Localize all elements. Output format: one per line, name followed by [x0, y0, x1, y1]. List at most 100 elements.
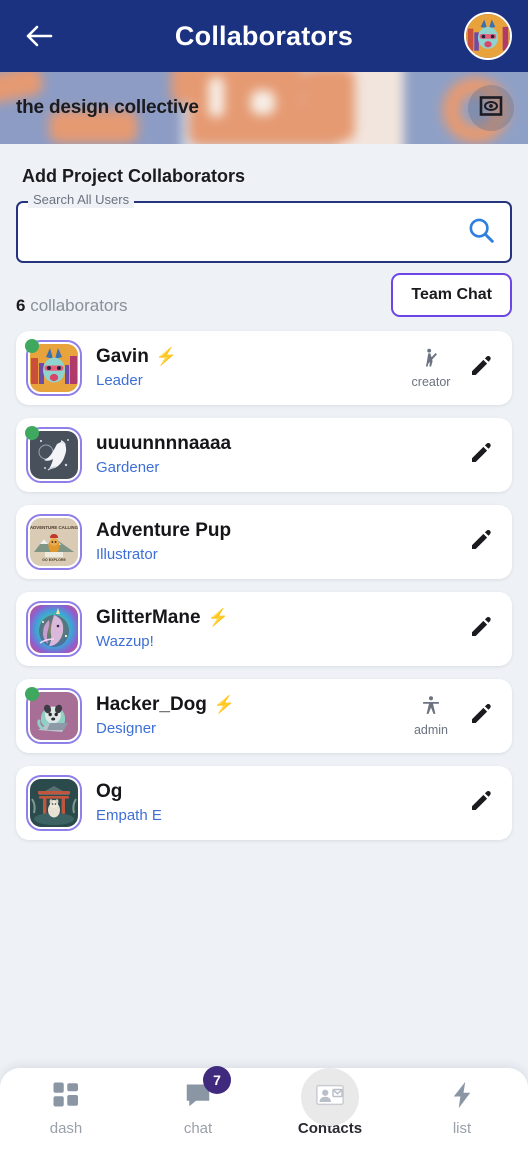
collaborator-role: Leader	[96, 372, 143, 389]
online-status-dot	[25, 426, 39, 440]
avatar-adventure-pup[interactable]: ADVENTURE CALLING GO EXPLORE	[26, 514, 82, 570]
collaborator-count-label: collaborators	[30, 296, 128, 315]
nav-item-dash[interactable]: dash	[0, 1080, 132, 1152]
collaborator-name-line: uuuunnnnaaaa	[96, 433, 460, 455]
table-row[interactable]: Hacker_Dog ⚡ Designer admin	[16, 679, 512, 753]
table-row[interactable]: Og Empath E	[16, 766, 512, 840]
collaborator-name: uuuunnnnaaaa	[96, 433, 232, 454]
nav-item-label: chat	[183, 1120, 213, 1137]
back-button[interactable]	[16, 13, 62, 59]
edit-collaborator-button[interactable]	[464, 699, 498, 733]
search-field-label: Search All Users	[28, 192, 135, 208]
search-field[interactable]	[16, 201, 512, 263]
collaborator-info: Adventure Pup Illustrator	[82, 520, 460, 564]
search-icon	[466, 215, 496, 250]
lightning-bolt-icon-glyph	[447, 1080, 477, 1115]
pencil-icon	[469, 354, 493, 383]
collaborator-name-line: GlitterMane ⚡	[96, 607, 460, 629]
edit-collaborator-button[interactable]	[464, 351, 498, 385]
table-row[interactable]: Gavin ⚡ Leader creator	[16, 331, 512, 405]
edit-collaborator-button[interactable]	[464, 786, 498, 820]
avatar[interactable]	[464, 12, 512, 60]
person-waving-icon	[420, 347, 442, 374]
page-title: Collaborators	[174, 20, 354, 51]
lightning-bolt-icon: ⚡	[207, 608, 229, 627]
edit-collaborator-button[interactable]	[464, 525, 498, 559]
status-badge: 7	[203, 1066, 231, 1094]
nav-item-chat[interactable]: 7 chat	[132, 1066, 264, 1152]
add-collaborators-heading: Add Project Collaborators	[22, 166, 246, 186]
pencil-icon	[469, 441, 493, 470]
arrow-left-icon	[25, 24, 53, 48]
collaborator-count: 6 collaborators	[16, 296, 128, 316]
collaborator-info: Gavin ⚡ Leader	[82, 346, 402, 390]
collaborator-name-line: Adventure Pup	[96, 520, 460, 542]
lightning-bolt-icon: ⚡	[155, 347, 177, 366]
grid-dashboard-icon	[51, 1080, 81, 1114]
collaborator-info: Og Empath E	[82, 781, 460, 825]
avatar-image	[30, 431, 78, 479]
collaborator-info: Hacker_Dog ⚡ Designer	[82, 694, 402, 738]
avatar-image	[30, 779, 78, 827]
collaborator-name: GlitterMane	[96, 607, 201, 628]
pencil-icon	[469, 789, 493, 818]
avatar-image	[30, 605, 78, 653]
avatar-gavin[interactable]	[25, 339, 82, 396]
project-banner[interactable]: the design collective	[0, 72, 528, 144]
collaborator-name-line: Hacker_Dog ⚡	[96, 694, 402, 716]
bottom-navigation: dash 7 chat Contacts list	[0, 1066, 528, 1152]
search-button[interactable]	[460, 215, 496, 250]
main-content: Add Project Collaborators Search All Use…	[0, 166, 528, 840]
role-tag-label: creator	[411, 375, 451, 389]
avatar-og[interactable]	[26, 775, 82, 831]
eye-preview-icon	[479, 94, 503, 123]
list-meta-row: 6 collaborators Team Chat	[16, 273, 512, 327]
collaborator-info: uuuunnnnaaaa Gardener	[82, 433, 460, 477]
grid-dashboard-icon-glyph	[51, 1080, 81, 1115]
svg-text:GO EXPLORE: GO EXPLORE	[42, 558, 66, 562]
search-input[interactable]	[32, 203, 460, 261]
collaborator-name-line: Og	[96, 781, 460, 803]
search-field-wrapper: Search All Users	[16, 192, 512, 263]
lightning-bolt-icon	[447, 1080, 477, 1114]
project-name: the design collective	[16, 97, 199, 118]
avatar-image	[30, 692, 78, 740]
pencil-icon	[469, 615, 493, 644]
user-avatar	[466, 14, 510, 58]
role-tag-label: admin	[413, 723, 449, 737]
preview-visibility-button[interactable]	[468, 85, 514, 131]
table-row[interactable]: uuuunnnnaaaa Gardener	[16, 418, 512, 492]
nav-item-list[interactable]: list	[396, 1080, 528, 1152]
table-row[interactable]: ADVENTURE CALLING GO EXPLORE Adventure P…	[16, 505, 512, 579]
chat-bubble-icon: 7	[183, 1066, 231, 1114]
team-chat-button[interactable]: Team Chat	[391, 273, 512, 317]
collaborator-role: Wazzup!	[96, 633, 154, 650]
avatar-glittermane[interactable]	[26, 601, 82, 657]
collaborator-name: Hacker_Dog	[96, 694, 207, 715]
collaborator-name: Adventure Pup	[96, 520, 232, 541]
collaborator-role: Gardener	[96, 459, 160, 476]
svg-text:ADVENTURE CALLING: ADVENTURE CALLING	[30, 525, 78, 530]
contact-card-icon-glyph	[315, 1080, 345, 1115]
nav-item-contacts[interactable]: Contacts	[264, 1068, 396, 1152]
nav-item-label: list	[452, 1120, 472, 1137]
contact-card-icon	[301, 1068, 359, 1126]
collaborator-role: Empath E	[96, 807, 162, 824]
edit-collaborator-button[interactable]	[464, 438, 498, 472]
collaborator-name-line: Gavin ⚡	[96, 346, 402, 368]
avatar-uuuunnnnaaaa[interactable]	[25, 426, 82, 483]
collaborator-list: Gavin ⚡ Leader creator uuuunnnnaaaa Gard…	[16, 331, 512, 840]
collaborator-count-number: 6	[16, 296, 26, 315]
collaborator-name: Gavin	[96, 346, 149, 367]
collaborator-info: GlitterMane ⚡ Wazzup!	[82, 607, 460, 651]
pencil-icon	[469, 528, 493, 557]
edit-collaborator-button[interactable]	[464, 612, 498, 646]
table-row[interactable]: GlitterMane ⚡ Wazzup!	[16, 592, 512, 666]
person-accessibility-icon	[420, 695, 442, 722]
nav-item-label: dash	[49, 1120, 83, 1137]
collaborator-role-tag: creator	[402, 347, 460, 389]
avatar-image: ADVENTURE CALLING GO EXPLORE	[30, 518, 78, 566]
pencil-icon	[469, 702, 493, 731]
collaborator-name: Og	[96, 781, 123, 802]
avatar-hacker-dog[interactable]	[25, 687, 82, 744]
